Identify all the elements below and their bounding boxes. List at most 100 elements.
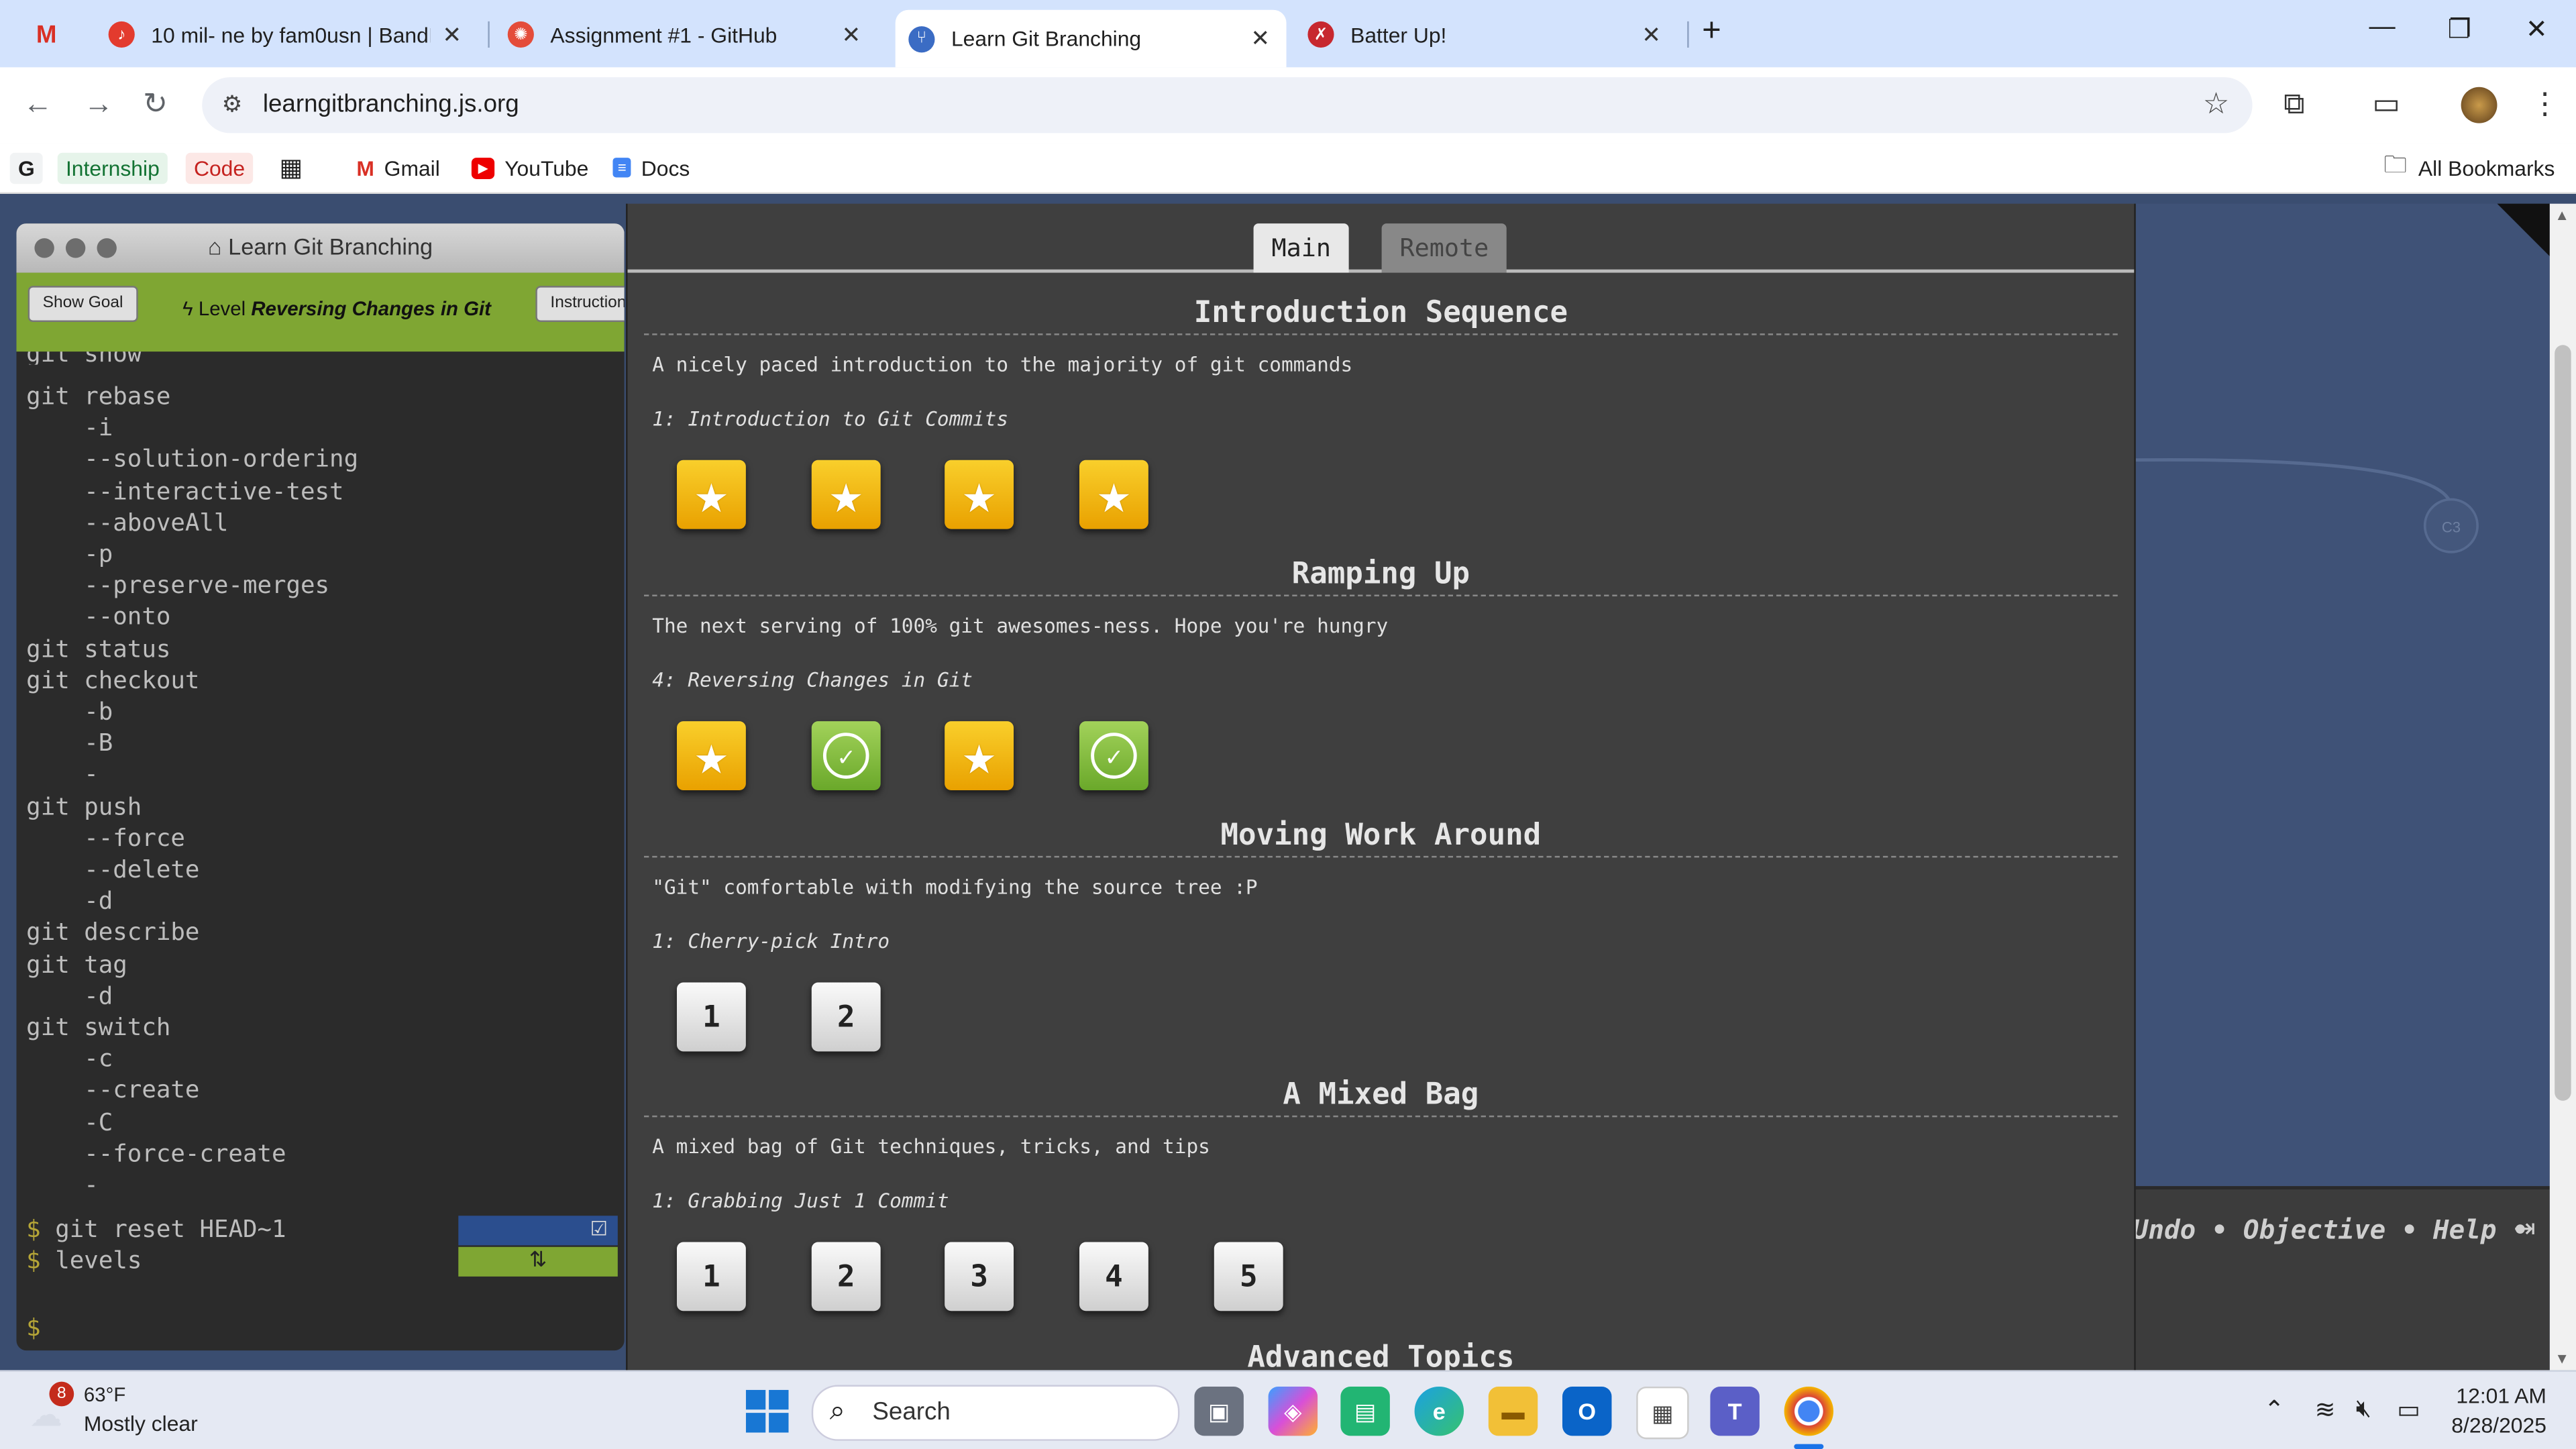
teams-icon[interactable]: T [1710, 1386, 1760, 1436]
level-number-button[interactable]: 1 [676, 1242, 746, 1311]
bookmark-g[interactable]: G [9, 151, 43, 184]
bookmark-docs[interactable]: ≡ Docs [612, 151, 690, 184]
copilot-icon[interactable]: ◈ [1268, 1386, 1318, 1436]
cast-search-icon[interactable]: ▭ [2372, 87, 2400, 121]
extensions-icon[interactable]: ⧉ [2284, 87, 2304, 121]
level-star-icon[interactable] [945, 721, 1014, 790]
show-goal-button[interactable]: Show Goal [28, 286, 138, 323]
windows-start-icon[interactable] [743, 1387, 792, 1436]
scrollbar-thumb[interactable] [2555, 345, 2571, 1101]
levels-tabs: Main Remote [627, 204, 2135, 273]
bookmark-code[interactable]: Code [185, 151, 254, 184]
terminal-line: - [26, 1171, 99, 1199]
new-tab-button[interactable]: + [1702, 13, 1721, 51]
commit-label: C3 [2442, 519, 2461, 535]
sequence-description: A nicely paced introduction to the major… [652, 353, 1353, 376]
task-view-icon[interactable]: ▣ [1194, 1386, 1244, 1436]
command-input[interactable]: $ [26, 1314, 41, 1342]
file-explorer-icon[interactable]: ▬ [1488, 1386, 1538, 1436]
profile-avatar[interactable] [2461, 87, 2498, 123]
sequence-description: A mixed bag of Git techniques, tricks, a… [652, 1135, 1210, 1159]
battery-icon[interactable]: ▭ [2397, 1395, 2420, 1425]
level-completed-check-icon[interactable]: ✓ [1079, 721, 1148, 790]
reorder-icon[interactable]: ⇅ [458, 1246, 618, 1277]
address-bar[interactable]: ⚙ learngitbranching.js.org ☆ [202, 77, 2253, 133]
tab-batter-up[interactable]: ✗ Batter Up! ✕ [1307, 10, 1677, 59]
level-completed-check-icon[interactable]: ✓ [811, 721, 881, 790]
level-number-button[interactable]: 3 [945, 1242, 1014, 1311]
close-tab-icon[interactable]: ✕ [842, 21, 861, 49]
chrome-icon[interactable] [1784, 1386, 1834, 1436]
apps-grid-icon[interactable]: ▦ [279, 151, 303, 184]
help-links[interactable]: Undo • Objective • Help • [2133, 1214, 2528, 1246]
lightning-icon: ϟ [182, 297, 193, 321]
store-icon[interactable]: ▦ [1636, 1386, 1689, 1440]
bookmark-gmail[interactable]: M Gmail [356, 151, 439, 184]
terminal-line: git status [26, 635, 171, 663]
checkbox-icon: ☑ [590, 1217, 608, 1240]
bookmark-internship[interactable]: Internship [57, 151, 168, 184]
bookmark-youtube[interactable]: ▶ YouTube [471, 151, 588, 184]
tab-strip: M ♪ 10 mil- ne by fam0usn | BandLa ✕ ✺ A… [0, 0, 2576, 68]
site-info-icon[interactable]: ⚙ [222, 91, 243, 119]
weather-widget[interactable]: ☁ 8 [30, 1381, 76, 1434]
level-star-icon[interactable] [676, 721, 746, 790]
level-number-button[interactable]: 4 [1079, 1242, 1148, 1311]
reload-icon[interactable]: ↻ [143, 87, 168, 121]
tab-main[interactable]: Main [1253, 223, 1349, 273]
level-sequence: A Mixed Bag A mixed bag of Git techniques… [644, 1075, 2118, 1321]
terminal-line: --interactive-test [26, 477, 344, 506]
close-tab-icon[interactable]: ✕ [442, 21, 462, 49]
level-star-icon[interactable] [1079, 460, 1148, 529]
back-icon[interactable]: ← [23, 87, 52, 121]
clock-time[interactable]: 12:01 AM [2451, 1383, 2546, 1408]
exit-icon[interactable]: ⇥ [2514, 1212, 2536, 1245]
sequence-title: Ramping Up [644, 553, 2118, 596]
wifi-icon[interactable]: ≋ [2315, 1395, 2336, 1425]
terminal-line: git checkout [26, 666, 200, 695]
windows-logo [745, 1389, 789, 1433]
bookmark-star-icon[interactable]: ☆ [2203, 87, 2230, 121]
level-star-icon[interactable] [945, 460, 1014, 529]
git-branch-icon: ⑂ [908, 25, 935, 52]
terminal-line: --delete [26, 856, 200, 884]
tab-remote[interactable]: Remote [1381, 223, 1507, 273]
terminal-line: --create [26, 1077, 200, 1105]
scroll-down-icon[interactable]: ▼ [2555, 1350, 2569, 1366]
terminal-line: -p [26, 540, 113, 569]
gmail-pinned-tab[interactable]: M [36, 10, 76, 59]
close-tab-icon[interactable]: ✕ [1642, 21, 1661, 49]
close-tab-icon[interactable]: ✕ [1250, 25, 1270, 53]
level-number-button[interactable]: 2 [811, 982, 881, 1052]
outlook-icon[interactable]: O [1562, 1386, 1612, 1436]
close-window-icon[interactable]: ✕ [2504, 13, 2569, 46]
restore-icon[interactable]: ❐ [2426, 13, 2492, 46]
taskbar-search[interactable]: ⌕ Search [811, 1385, 1180, 1441]
terminal-line: git switch [26, 1014, 171, 1042]
edge-icon[interactable]: e [1414, 1386, 1464, 1436]
tab-learn-git-branching[interactable]: ⑂ Learn Git Branching ✕ [895, 9, 1287, 68]
forward-icon[interactable]: → [84, 87, 113, 121]
page-scrollbar[interactable]: ▲ ▼ [2549, 203, 2576, 1371]
clipchamp-icon[interactable]: ▤ [1340, 1386, 1390, 1436]
volume-muted-icon[interactable]: 🔇︎ [2356, 1395, 2371, 1423]
level-number-button[interactable]: 5 [1214, 1242, 1283, 1311]
sequence-description: The next serving of 100% git awesomes-ne… [652, 614, 1389, 638]
show-hidden-icons[interactable]: ⌃ [2264, 1395, 2285, 1425]
level-star-icon[interactable] [811, 460, 881, 529]
tab-github[interactable]: ✺ Assignment #1 - GitHub ✕ [507, 10, 877, 59]
level-complete-badge: ☑ [458, 1216, 618, 1246]
tab-bandlab[interactable]: ♪ 10 mil- ne by fam0usn | BandLa ✕ [108, 10, 478, 59]
scroll-up-icon[interactable]: ▲ [2555, 207, 2569, 223]
level-number-button[interactable]: 1 [676, 982, 746, 1052]
menu-kebab-icon[interactable]: ⋮ [2530, 87, 2559, 121]
commit-graph: C3 [2132, 458, 2479, 553]
tab-separator [1687, 21, 1689, 48]
level-star-icon[interactable] [676, 460, 746, 529]
clock-date[interactable]: 8/28/2025 [2448, 1413, 2546, 1438]
sequence-description: "Git" comfortable with modifying the sou… [652, 875, 1258, 899]
minimize-icon[interactable]: — [2349, 13, 2415, 43]
all-bookmarks[interactable]: 🗀 All Bookmarks [2383, 151, 2555, 184]
level-number-button[interactable]: 2 [811, 1242, 881, 1311]
instructions-button[interactable]: Instructions [535, 286, 625, 323]
